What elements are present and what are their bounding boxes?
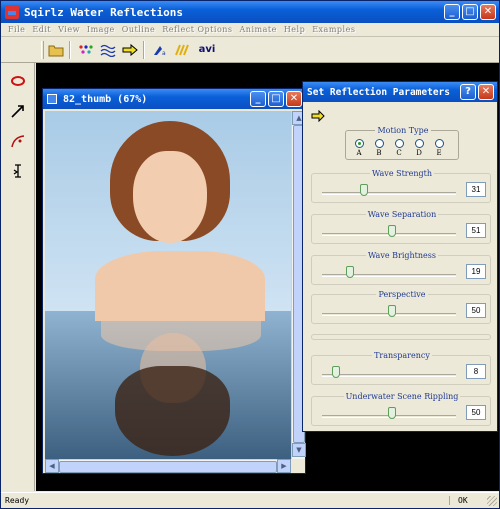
toolbar-grip[interactable]: [41, 40, 44, 59]
menu-reflect-options[interactable]: Reflect Options: [162, 25, 232, 34]
toolbar: a avi: [1, 37, 499, 63]
motion-option-a[interactable]: A: [354, 139, 364, 157]
portrait-photo: [133, 151, 207, 243]
waves-icon[interactable]: [98, 40, 118, 60]
menu-outline[interactable]: Outline: [122, 25, 155, 34]
menu-animate[interactable]: Animate: [240, 25, 277, 34]
title-bar: Sqirlz Water Reflections _ □ ✕: [1, 1, 499, 23]
resize-grip[interactable]: [487, 496, 497, 506]
image-window: 82_thumb (67%) _ □ ✕ ▲ ▼ ◀ ▶: [42, 88, 306, 474]
wave-strength-group: Wave Strength 31: [311, 169, 491, 203]
image-window-icon: [47, 94, 57, 104]
ellipse-icon[interactable]: [6, 69, 30, 93]
motion-option-c[interactable]: C: [394, 139, 404, 157]
tool-icon[interactable]: a: [150, 40, 170, 60]
menu-bar: File Edit View Image Outline Reflect Opt…: [1, 23, 499, 37]
minimize-button[interactable]: _: [444, 4, 460, 20]
maximize-button[interactable]: □: [462, 4, 478, 20]
transparency-slider[interactable]: [322, 374, 456, 377]
wave-strength-slider[interactable]: [322, 192, 456, 195]
wave-brightness-input[interactable]: 19: [466, 264, 486, 279]
cursor-icon[interactable]: [6, 159, 30, 183]
dots-icon[interactable]: [76, 40, 96, 60]
scroll-right-icon[interactable]: ▶: [277, 459, 291, 473]
status-text: Ready: [5, 496, 30, 505]
menu-image[interactable]: Image: [87, 25, 115, 34]
arrow-icon: [311, 109, 325, 125]
stripes-icon[interactable]: [172, 40, 192, 60]
perspective-thumb[interactable]: [388, 305, 396, 317]
dialog-close-button[interactable]: ✕: [478, 84, 494, 100]
perspective-group: Perspective 50: [311, 290, 491, 324]
open-folder-icon[interactable]: [46, 40, 66, 60]
wave-separation-thumb[interactable]: [388, 225, 396, 237]
reflection-parameters-dialog: Set Reflection Parameters ? ✕ Motion Typ…: [302, 81, 498, 432]
wave-separation-group: Wave Separation 51: [311, 210, 491, 244]
underwater-rippling-thumb[interactable]: [388, 407, 396, 419]
scroll-down-icon[interactable]: ▼: [292, 443, 306, 457]
wave-strength-thumb[interactable]: [360, 184, 368, 196]
motion-type-label: Motion Type: [375, 126, 431, 135]
image-minimize-button[interactable]: _: [250, 91, 266, 107]
line-arrow-icon[interactable]: [6, 99, 30, 123]
image-window-title-bar: 82_thumb (67%) _ □ ✕: [43, 89, 305, 109]
curve-icon[interactable]: [6, 129, 30, 153]
dialog-title-bar: Set Reflection Parameters ? ✕: [303, 82, 497, 102]
app-icon: [5, 5, 19, 19]
window-title: Sqirlz Water Reflections: [24, 5, 183, 19]
arrow-icon[interactable]: [120, 40, 140, 60]
menu-help[interactable]: Help: [284, 25, 305, 34]
image-maximize-button[interactable]: □: [268, 91, 284, 107]
status-bar: Ready OK: [1, 492, 499, 508]
avi-button[interactable]: avi: [194, 40, 220, 60]
transparency-input[interactable]: 8: [466, 364, 486, 379]
motion-option-e[interactable]: E: [434, 139, 444, 157]
scroll-left-icon[interactable]: ◀: [45, 459, 59, 473]
perspective-input[interactable]: 50: [466, 303, 486, 318]
transparency-group: Transparency 8: [311, 351, 491, 385]
dialog-divider: [311, 334, 491, 340]
menu-examples[interactable]: Examples: [312, 25, 355, 34]
help-button[interactable]: ?: [460, 84, 476, 100]
wave-brightness-group: Wave Brightness 19: [311, 251, 491, 285]
motion-type-group: Motion Type A B C D E: [345, 126, 459, 160]
underwater-rippling-group: Underwater Scene Rippling 50: [311, 392, 491, 426]
wave-brightness-thumb[interactable]: [346, 266, 354, 278]
svg-text:a: a: [162, 50, 166, 57]
horizontal-scroll-thumb[interactable]: [59, 461, 277, 473]
wave-strength-input[interactable]: 31: [466, 182, 486, 197]
image-window-title: 82_thumb (67%): [63, 93, 148, 105]
left-toolbox: [1, 63, 35, 491]
close-button[interactable]: ✕: [480, 4, 496, 20]
dialog-title: Set Reflection Parameters: [307, 86, 450, 98]
underwater-rippling-input[interactable]: 50: [466, 405, 486, 420]
status-ok: OK: [449, 496, 479, 505]
wave-separation-input[interactable]: 51: [466, 223, 486, 238]
transparency-thumb[interactable]: [332, 366, 340, 378]
motion-option-d[interactable]: D: [414, 139, 424, 157]
menu-view[interactable]: View: [58, 25, 80, 34]
image-close-button[interactable]: ✕: [286, 91, 302, 107]
menu-edit[interactable]: Edit: [32, 25, 51, 34]
menu-file[interactable]: File: [8, 25, 25, 34]
image-canvas[interactable]: [45, 111, 291, 459]
motion-option-b[interactable]: B: [374, 139, 384, 157]
wave-brightness-slider[interactable]: [322, 274, 456, 277]
horizontal-scrollbar[interactable]: ◀ ▶: [45, 459, 291, 473]
